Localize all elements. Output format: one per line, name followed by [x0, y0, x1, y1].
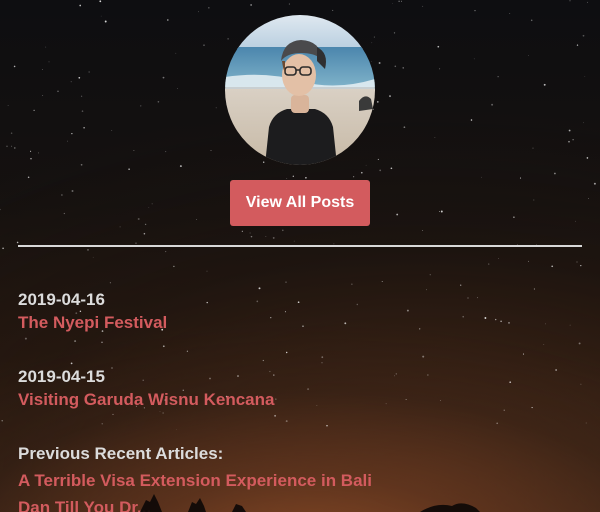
article-link-truncated[interactable]: Dan Till You Dr... — [18, 496, 578, 512]
post-date: 2019-04-15 — [18, 367, 105, 386]
previous-articles: Previous Recent Articles: A Terrible Vis… — [18, 442, 578, 512]
sidebar-profile-section: View All Posts 2019-04-16 The Nyepi Fest… — [0, 0, 600, 512]
post-link-garuda-wisnu-kencana[interactable]: Visiting Garuda Wisnu Kencana — [18, 388, 578, 415]
list-item: 2019-04-15 Visiting Garuda Wisnu Kencana — [18, 365, 578, 415]
recent-posts-list: 2019-04-16 The Nyepi Festival 2019-04-15… — [18, 288, 578, 512]
previous-articles-heading: Previous Recent Articles: — [18, 444, 224, 463]
post-date: 2019-04-16 — [18, 290, 105, 309]
view-all-posts-button[interactable]: View All Posts — [230, 180, 370, 226]
list-item: 2019-04-16 The Nyepi Festival — [18, 288, 578, 338]
post-link-nyepi-festival[interactable]: The Nyepi Festival — [18, 311, 578, 338]
article-link-visa-extension[interactable]: A Terrible Visa Extension Experience in … — [18, 469, 578, 496]
profile-photo-icon — [225, 15, 375, 165]
avatar — [225, 15, 375, 165]
section-divider — [18, 245, 582, 247]
